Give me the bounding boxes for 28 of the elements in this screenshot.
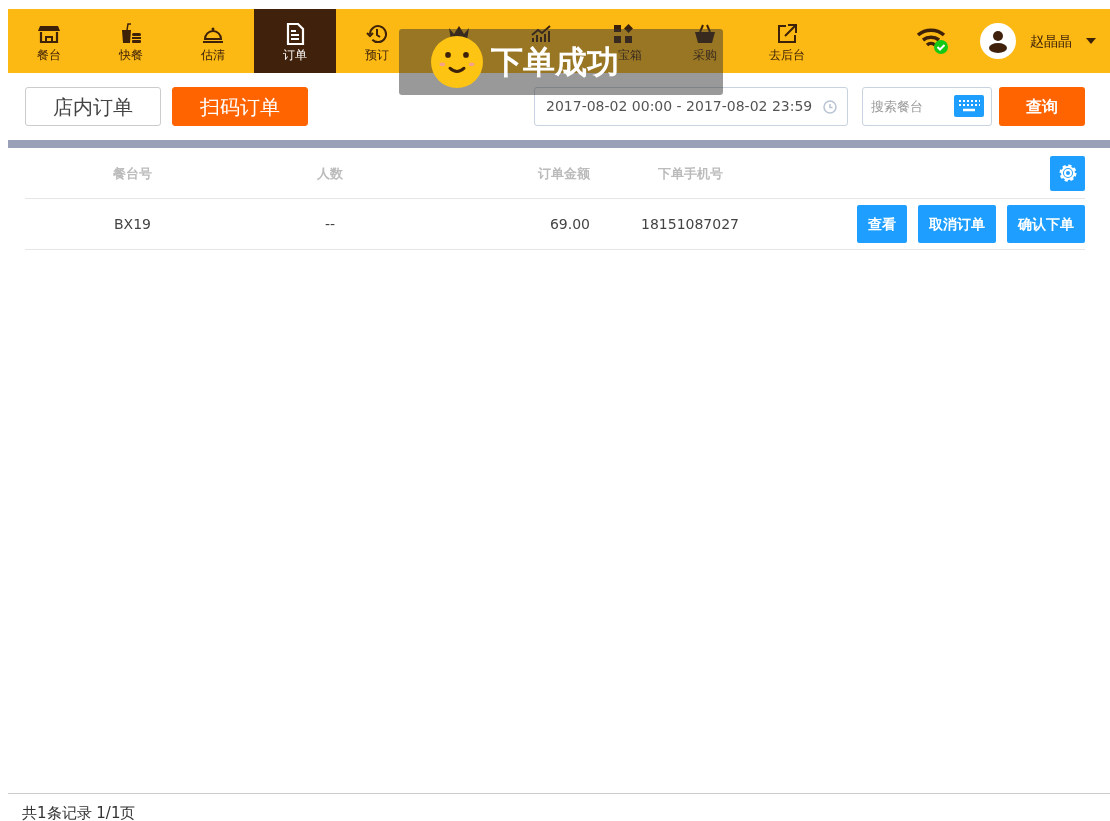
- avatar-icon[interactable]: [980, 23, 1016, 59]
- nav-tab[interactable]: 订单: [283, 48, 307, 61]
- table-cell: 69.00: [549, 216, 590, 232]
- grid-icon[interactable]: [611, 21, 635, 46]
- table-cell: 18151087027: [641, 216, 739, 232]
- clock-icon: [823, 99, 837, 114]
- column-header: 订单金额: [538, 166, 590, 181]
- caret-icon[interactable]: [1086, 38, 1096, 44]
- nav-tab[interactable]: 估清: [201, 48, 225, 61]
- search-field[interactable]: 搜索餐台: [862, 87, 992, 126]
- user-name[interactable]: 赵晶晶: [1030, 30, 1072, 52]
- table-cell: --: [324, 216, 336, 232]
- nav-tab[interactable]: 餐台: [37, 48, 61, 61]
- keyboard-icon[interactable]: [954, 95, 984, 117]
- nav-tab[interactable]: 预订: [365, 48, 389, 61]
- fastfood-icon[interactable]: [119, 21, 143, 46]
- column-header: 下单手机号: [657, 166, 723, 181]
- date-range-field[interactable]: 2017-08-02 00:00 - 2017-08-02 23:59: [534, 87, 848, 126]
- order-tab[interactable]: 店内订单: [25, 87, 161, 126]
- nav-tab[interactable]: 快餐: [119, 48, 143, 61]
- nav-tab[interactable]: 去后台: [769, 48, 805, 61]
- table-cell: BX19: [114, 216, 151, 232]
- pagination-summary: 共1条记录 1/1页: [22, 804, 136, 821]
- settings-button[interactable]: [1050, 155, 1085, 191]
- column-header: 人数: [317, 166, 343, 181]
- external-icon[interactable]: [775, 21, 799, 46]
- wifi-connected-icon: [916, 27, 950, 55]
- column-header: 餐台号: [113, 166, 152, 181]
